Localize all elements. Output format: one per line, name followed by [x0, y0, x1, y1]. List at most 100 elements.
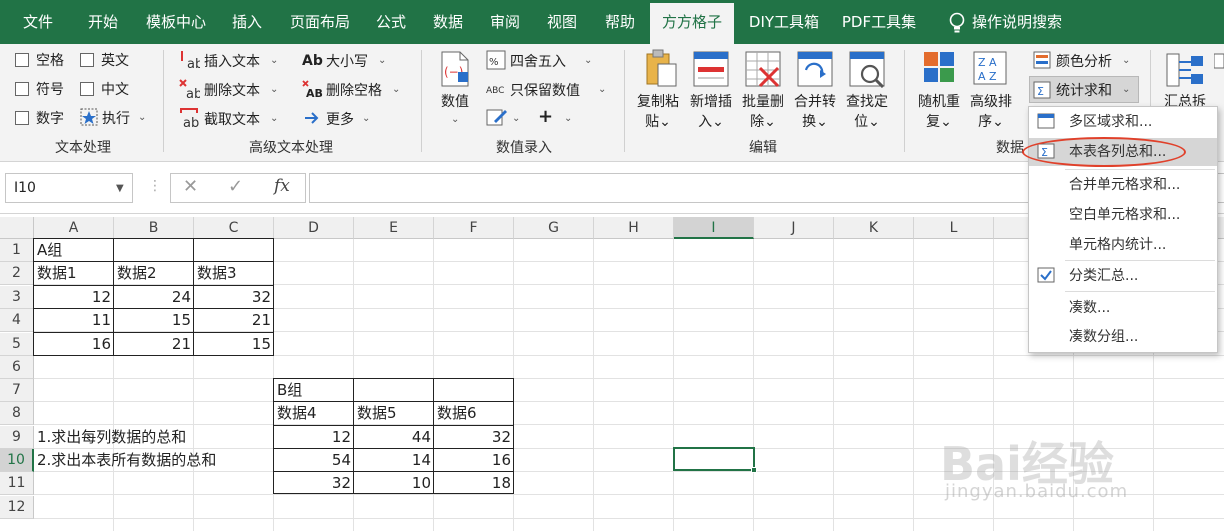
- column-header-k[interactable]: K: [834, 217, 914, 239]
- checkbox-symbol[interactable]: [15, 82, 29, 96]
- chevron-down-icon[interactable]: ⌄: [451, 114, 459, 125]
- menu-item-multi-area-sum[interactable]: 多区域求和...: [1029, 108, 1217, 136]
- column-header-h[interactable]: H: [594, 217, 674, 239]
- cell-d8[interactable]: 数据4: [274, 402, 320, 425]
- chevron-down-icon[interactable]: ⌄: [362, 113, 370, 124]
- cell-c5[interactable]: 15: [194, 333, 274, 356]
- row-header-11[interactable]: 11: [0, 472, 34, 495]
- chevron-down-icon[interactable]: ⌄: [1122, 55, 1130, 66]
- menu-item-subtotal[interactable]: 分类汇总...: [1029, 262, 1217, 290]
- column-header-e[interactable]: E: [354, 217, 434, 239]
- column-header-j[interactable]: J: [754, 217, 834, 239]
- execute-button[interactable]: 执行: [102, 108, 130, 128]
- chevron-down-icon[interactable]: ⌄: [392, 84, 400, 95]
- chevron-down-icon[interactable]: ⌄: [270, 84, 278, 95]
- drag-handle-icon[interactable]: ⋮: [148, 178, 162, 194]
- cell-d11[interactable]: 32: [274, 472, 354, 495]
- menu-item-make-up-groups[interactable]: 凑数分组...: [1029, 323, 1217, 351]
- menu-item-merged-cell-sum[interactable]: 合并单元格求和...: [1029, 171, 1217, 199]
- tab-review[interactable]: 审阅: [482, 0, 528, 44]
- cell-f8[interactable]: 数据6: [434, 402, 480, 425]
- function-icon[interactable]: fx: [274, 176, 290, 196]
- chevron-down-icon[interactable]: ⌄: [584, 55, 592, 66]
- cell-a5[interactable]: 16: [34, 333, 114, 356]
- column-header-a[interactable]: A: [34, 217, 114, 239]
- row-header-1[interactable]: 1: [0, 239, 34, 262]
- tab-data[interactable]: 数据: [424, 0, 472, 44]
- cell-c2[interactable]: 数据3: [194, 262, 240, 285]
- cell-a1[interactable]: A组: [34, 239, 65, 262]
- tab-pdf-tools[interactable]: PDF工具集: [836, 0, 922, 44]
- cell-f9[interactable]: 32: [434, 426, 514, 449]
- row-header-2[interactable]: 2: [0, 262, 34, 285]
- cell-b3[interactable]: 24: [114, 286, 194, 309]
- tab-formulas[interactable]: 公式: [368, 0, 414, 44]
- checkbox-english[interactable]: [80, 53, 94, 67]
- copy-paste-button[interactable]: 复制粘 贴⌄: [634, 92, 682, 132]
- fill-handle[interactable]: [751, 467, 757, 473]
- tab-view[interactable]: 视图: [538, 0, 586, 44]
- chevron-down-icon[interactable]: ⌄: [512, 113, 520, 124]
- cell-f11[interactable]: 18: [434, 472, 514, 495]
- row-header-5[interactable]: 5: [0, 333, 34, 356]
- more-button[interactable]: 更多: [326, 109, 354, 129]
- delete-text-button[interactable]: 删除文本: [204, 80, 260, 100]
- checkbox-number[interactable]: [15, 111, 29, 125]
- cell-a10[interactable]: 2.求出本表所有数据的总和: [34, 449, 219, 472]
- name-box[interactable]: I10: [5, 173, 133, 203]
- color-analysis-button[interactable]: 颜色分析: [1056, 51, 1112, 71]
- cell-c3[interactable]: 32: [194, 286, 274, 309]
- chevron-down-icon[interactable]: ⌄: [1122, 84, 1130, 95]
- row-header-12[interactable]: 12: [0, 496, 34, 519]
- cell-a3[interactable]: 12: [34, 286, 114, 309]
- cancel-icon[interactable]: ✕: [183, 176, 198, 197]
- column-header-g[interactable]: G: [514, 217, 594, 239]
- active-cell[interactable]: [673, 447, 755, 471]
- select-all-corner[interactable]: [0, 217, 34, 239]
- chevron-down-icon[interactable]: ⌄: [598, 84, 606, 95]
- chevron-down-icon[interactable]: ⌄: [270, 55, 278, 66]
- menu-item-blank-cell-sum[interactable]: 空白单元格求和...: [1029, 201, 1217, 229]
- cell-d7[interactable]: B组: [274, 379, 305, 402]
- cell-d10[interactable]: 54: [274, 449, 354, 472]
- column-header-c[interactable]: C: [194, 217, 274, 239]
- insert-text-button[interactable]: 插入文本: [204, 51, 260, 71]
- column-header-l[interactable]: L: [914, 217, 994, 239]
- tab-help[interactable]: 帮助: [596, 0, 644, 44]
- row-header-9[interactable]: 9: [0, 426, 34, 449]
- column-header-f[interactable]: F: [434, 217, 514, 239]
- tab-insert[interactable]: 插入: [222, 0, 272, 44]
- batch-delete-button[interactable]: 批量删 除⌄: [738, 92, 788, 132]
- tab-file[interactable]: 文件: [8, 0, 68, 44]
- cell-b4[interactable]: 15: [114, 309, 194, 332]
- random-repeat-button[interactable]: 随机重 复⌄: [914, 92, 964, 132]
- tab-diy-toolbox[interactable]: DIY工具箱: [742, 0, 826, 44]
- tab-home[interactable]: 开始: [76, 0, 130, 44]
- add-insert-button[interactable]: 新增插 入⌄: [686, 92, 736, 132]
- merge-convert-button[interactable]: 合并转 换⌄: [790, 92, 840, 132]
- round-button[interactable]: 四舍五入: [510, 51, 566, 71]
- advanced-sort-button[interactable]: 高级排 序⌄: [966, 92, 1016, 132]
- cell-a9[interactable]: 1.求出每列数据的总和: [34, 426, 189, 449]
- chevron-down-icon[interactable]: ▼: [116, 183, 124, 194]
- tab-page-layout[interactable]: 页面布局: [280, 0, 360, 44]
- checkbox-chinese[interactable]: [80, 82, 94, 96]
- checkbox-space[interactable]: [15, 53, 29, 67]
- column-header-d[interactable]: D: [274, 217, 354, 239]
- chevron-down-icon[interactable]: ⌄: [270, 113, 278, 124]
- chevron-down-icon[interactable]: ⌄: [138, 112, 146, 123]
- keep-value-button[interactable]: 只保留数值: [510, 80, 580, 100]
- column-header-i[interactable]: I: [674, 217, 754, 239]
- row-header-4[interactable]: 4: [0, 309, 34, 332]
- row-header-7[interactable]: 7: [0, 379, 34, 402]
- cell-b2[interactable]: 数据2: [114, 262, 160, 285]
- column-header-b[interactable]: B: [114, 217, 194, 239]
- stat-sum-button[interactable]: 统计求和: [1056, 80, 1112, 100]
- case-button[interactable]: 大小写: [326, 51, 368, 71]
- plus-icon[interactable]: +: [538, 106, 553, 127]
- extract-text-button[interactable]: 截取文本: [204, 109, 260, 129]
- row-header-6[interactable]: 6: [0, 356, 34, 379]
- row-header-10[interactable]: 10: [0, 449, 34, 472]
- tell-me-search[interactable]: 操作说明搜索: [972, 0, 1082, 44]
- cell-e11[interactable]: 10: [354, 472, 434, 495]
